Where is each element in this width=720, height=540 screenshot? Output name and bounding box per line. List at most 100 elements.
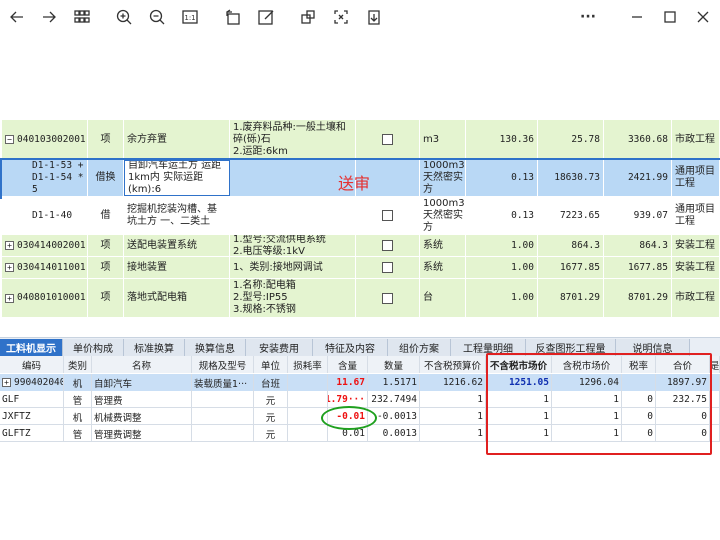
row-type[interactable]: 项: [88, 279, 124, 317]
column-header[interactable]: 编码: [0, 356, 64, 373]
cell-spec[interactable]: [192, 408, 254, 425]
measure-row[interactable]: D1-1-40 借 挖掘机挖装沟槽、基坑土方 一、二类土 1000m3天然密实方 0.1…: [2, 197, 720, 235]
row-checkbox-cell[interactable]: [356, 120, 420, 159]
cell-extra[interactable]: [710, 374, 720, 391]
row-total[interactable]: 3360.68: [604, 120, 672, 159]
row-unit[interactable]: 1000m3天然密实方: [420, 197, 466, 234]
row-major[interactable]: 安装工程: [672, 235, 720, 256]
forward-arrow-icon[interactable]: [38, 6, 60, 28]
row-feature[interactable]: [230, 197, 356, 234]
cell-content[interactable]: -0.01: [328, 408, 368, 425]
cell-market[interactable]: 1: [486, 408, 552, 425]
cell-qty[interactable]: 232.7494: [368, 391, 420, 408]
cell-loss[interactable]: [288, 391, 328, 408]
measure-row[interactable]: +040801010001 项 落地式配电箱 1.名称:配电箱 2.型号:IP55 3…: [2, 279, 720, 318]
row-unit[interactable]: 系统: [420, 235, 466, 256]
cell-loss[interactable]: [288, 408, 328, 425]
cell-code[interactable]: GLF: [0, 391, 64, 408]
row-checkbox-cell[interactable]: [356, 279, 420, 317]
cell-unit[interactable]: 台班: [254, 374, 288, 391]
row-qty[interactable]: 1.00: [466, 279, 538, 317]
row-qty[interactable]: 1.00: [466, 257, 538, 278]
row-total[interactable]: 8701.29: [604, 279, 672, 317]
column-header[interactable]: 单位: [254, 356, 288, 373]
row-qty[interactable]: 130.36: [466, 120, 538, 159]
row-qty[interactable]: 0.13: [466, 197, 538, 234]
cell-loss[interactable]: [288, 425, 328, 442]
row-unit[interactable]: 1000m3天然密实方: [420, 160, 466, 196]
row-code[interactable]: +030414011001: [2, 257, 88, 278]
cell-tax_rate[interactable]: 0: [622, 391, 656, 408]
column-header[interactable]: 是: [710, 356, 720, 373]
rotate-icon[interactable]: [222, 6, 244, 28]
cell-market[interactable]: 1251.05: [486, 374, 552, 391]
measure-row[interactable]: +030414002001 项 送配电装置系统 1.型号:交流供电系统 2.电压等级:…: [2, 235, 720, 257]
column-header[interactable]: 类别: [64, 356, 92, 373]
tab-1[interactable]: 单价构成: [63, 339, 124, 356]
minimize-icon[interactable]: [626, 6, 648, 28]
cell-qty[interactable]: 1.5171: [368, 374, 420, 391]
tab-7[interactable]: 工程量明细: [451, 339, 526, 356]
cell-tax_market[interactable]: 1: [552, 425, 622, 442]
cell-loss[interactable]: [288, 374, 328, 391]
row-code[interactable]: −040103002001: [2, 120, 88, 159]
row-checkbox-cell[interactable]: [356, 197, 420, 234]
row-major[interactable]: 通用项目工程: [672, 197, 720, 234]
row-checkbox[interactable]: [382, 292, 393, 304]
cell-cat[interactable]: 机: [64, 408, 92, 425]
row-checkbox-cell[interactable]: [356, 257, 420, 278]
tab-6[interactable]: 组价方案: [388, 339, 451, 356]
collapse-icon[interactable]: −: [5, 135, 14, 144]
row-unit[interactable]: 系统: [420, 257, 466, 278]
row-type[interactable]: 借换: [88, 160, 124, 196]
cell-unit[interactable]: 元: [254, 408, 288, 425]
column-header[interactable]: 数量: [368, 356, 420, 373]
tab-3[interactable]: 换算信息: [185, 339, 246, 356]
actual-size-icon[interactable]: 1:1: [179, 6, 201, 28]
row-total[interactable]: 864.3: [604, 235, 672, 256]
cell-total[interactable]: 0: [656, 425, 710, 442]
cell-code[interactable]: GLFTZ: [0, 425, 64, 442]
cell-qty[interactable]: 0.0013: [368, 425, 420, 442]
cell-name[interactable]: 自卸汽车: [92, 374, 192, 391]
row-name[interactable]: 自卸汽车运土方 运距1km内 实际运距(km):6: [124, 160, 230, 196]
row-name[interactable]: 挖掘机挖装沟槽、基坑土方 一、二类土: [124, 197, 230, 234]
close-icon[interactable]: [692, 6, 714, 28]
row-price[interactable]: 864.3: [538, 235, 604, 256]
row-checkbox[interactable]: [382, 262, 393, 273]
maximize-icon[interactable]: [659, 6, 681, 28]
row-feature[interactable]: 1、类别:接地网调试: [230, 257, 356, 278]
row-name[interactable]: 落地式配电箱: [124, 279, 230, 317]
cell-budget[interactable]: 1: [420, 425, 486, 442]
cell-market[interactable]: 1: [486, 391, 552, 408]
resource-row[interactable]: GLF 管管理费 元 1.79··· 232.7494 1 1 1 0 232.75: [0, 391, 720, 408]
cell-code[interactable]: +990402040: [0, 374, 64, 391]
cell-budget[interactable]: 1: [420, 391, 486, 408]
row-major[interactable]: 市政工程: [672, 279, 720, 317]
column-header[interactable]: 税率: [622, 356, 656, 373]
tab-9[interactable]: 说明信息: [616, 339, 690, 356]
cell-tax_rate[interactable]: 0: [622, 425, 656, 442]
cell-content[interactable]: 1.79···: [328, 391, 368, 408]
back-arrow-icon[interactable]: [6, 6, 28, 28]
row-code[interactable]: D1-1-53 + D1-1-54 * 5: [2, 160, 88, 196]
tab-0[interactable]: 工料机显示: [0, 339, 63, 356]
row-major[interactable]: 通用项目工程: [672, 160, 720, 196]
row-type[interactable]: 借: [88, 197, 124, 234]
column-header[interactable]: 合价: [656, 356, 710, 373]
row-qty[interactable]: 0.13: [466, 160, 538, 196]
row-price[interactable]: 1677.85: [538, 257, 604, 278]
row-total[interactable]: 1677.85: [604, 257, 672, 278]
row-price[interactable]: 18630.73: [538, 160, 604, 196]
row-total[interactable]: 2421.99: [604, 160, 672, 196]
resource-row[interactable]: JXFTZ 机机械费调整 元 -0.01 -0.0013 1 1 1 0 0: [0, 408, 720, 425]
expand-icon[interactable]: +: [5, 293, 14, 303]
cell-content[interactable]: 0.01: [328, 425, 368, 442]
column-header[interactable]: 名称: [92, 356, 192, 373]
crop-icon[interactable]: [297, 6, 319, 28]
cell-tax_rate[interactable]: 0: [622, 408, 656, 425]
cell-spec[interactable]: [192, 391, 254, 408]
column-header[interactable]: 含量: [328, 356, 368, 373]
download-icon[interactable]: [363, 6, 385, 28]
row-price[interactable]: 8701.29: [538, 279, 604, 317]
